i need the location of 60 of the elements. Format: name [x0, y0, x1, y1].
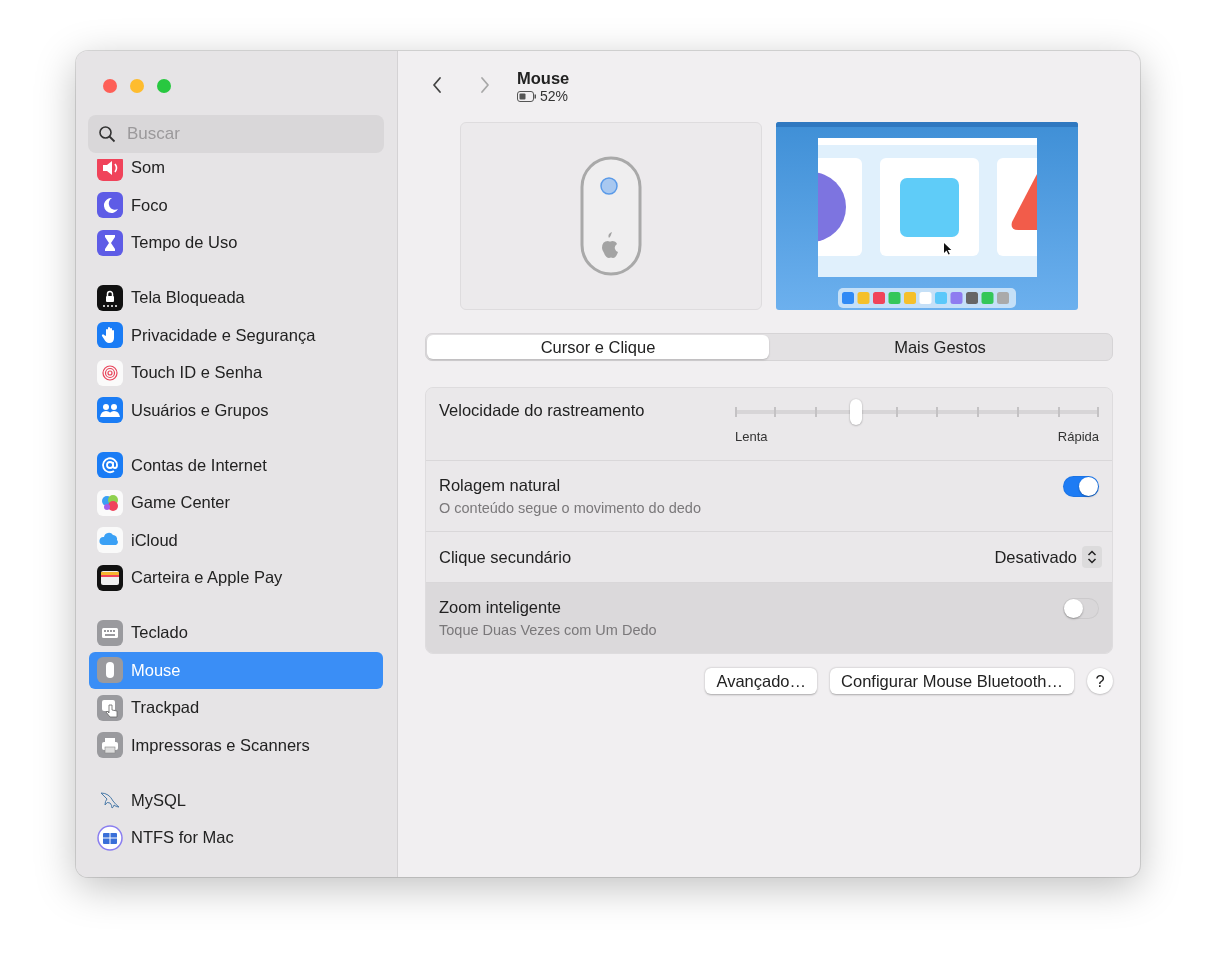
sidebar-item[interactable]: Game Center: [89, 484, 383, 522]
sidebar-item[interactable]: NTFS for Mac: [89, 819, 383, 857]
help-button[interactable]: ?: [1087, 668, 1113, 694]
sidebar-item[interactable]: Touch ID e Senha: [89, 354, 383, 392]
zoom-button[interactable]: [157, 79, 171, 93]
minimize-button[interactable]: [130, 79, 144, 93]
push-button[interactable]: Configurar Mouse Bluetooth…: [830, 668, 1074, 694]
search-icon: [98, 125, 116, 143]
sidebar-item[interactable]: Usuários e Grupos: [89, 391, 383, 429]
setting-label: Clique secundário: [439, 547, 572, 567]
stepper-icon: [1082, 546, 1102, 568]
keyboard-icon: [97, 619, 123, 646]
setting-label: Rolagem natural: [439, 476, 562, 495]
setting-label: Zoom inteligente: [439, 598, 562, 617]
people-icon: [97, 397, 123, 424]
tab[interactable]: Mais Gestos: [769, 335, 1111, 359]
wallet-icon: [97, 564, 123, 591]
slider-max-label: Rápida: [1057, 429, 1099, 444]
search-input[interactable]: Buscar: [125, 123, 374, 145]
battery-icon: [517, 90, 537, 102]
battery-level: 52%: [540, 88, 569, 104]
setting-description: O conteúdo segue o movimento do dedo: [439, 500, 701, 516]
moon-icon: [97, 192, 123, 219]
chevron-left-icon: [431, 76, 443, 94]
printer-icon: [97, 732, 123, 759]
bubbles-icon: [97, 489, 123, 516]
disk-icon: [97, 824, 123, 851]
sidebar-item[interactable]: Foco: [89, 186, 383, 224]
slider-min-label: Lenta: [735, 429, 768, 444]
sidebar-item[interactable]: Tela Bloqueada: [89, 279, 383, 317]
sidebar-item[interactable]: Trackpad: [89, 689, 383, 727]
sidebar-item[interactable]: Carteira e Apple Pay: [89, 559, 383, 597]
hourglass-icon: [97, 229, 123, 256]
setting-description: Toque Duas Vezes com Um Dedo: [439, 622, 657, 638]
speaker-icon: [97, 159, 123, 181]
sidebar-item[interactable]: Tempo de Uso: [89, 224, 383, 262]
toggle-switch[interactable]: [1063, 476, 1099, 497]
toggle-switch[interactable]: [1063, 598, 1099, 619]
setting-label: Velocidade do rastreamento: [439, 401, 645, 420]
push-button[interactable]: Avançado…: [705, 668, 818, 694]
sidebar-item[interactable]: Teclado: [89, 614, 383, 652]
close-button[interactable]: [103, 79, 117, 93]
at-sign-icon: [97, 452, 123, 479]
slider-thumb[interactable]: [850, 399, 863, 425]
lock-icon: [97, 284, 123, 311]
chevron-right-icon: [479, 76, 491, 94]
pointer-hand-icon: [97, 694, 123, 721]
sidebar-item[interactable]: Privacidade e Segurança: [89, 316, 383, 354]
sidebar-item[interactable]: iCloud: [89, 521, 383, 559]
sidebar-item[interactable]: Impressoras e Scanners: [89, 726, 383, 764]
search-field[interactable]: Buscar: [88, 115, 384, 153]
tab[interactable]: Cursor e Clique: [427, 335, 769, 359]
mouse-icon: [97, 657, 123, 684]
hand-icon: [97, 322, 123, 349]
sidebar-item[interactable]: Som: [89, 159, 383, 187]
page-title: Mouse: [517, 68, 570, 88]
sidebar-item[interactable]: MySQL: [89, 781, 383, 819]
cloud-icon: [97, 527, 123, 554]
sidebar-item[interactable]: Contas de Internet: [89, 446, 383, 484]
popup-value[interactable]: Desativado: [994, 547, 1077, 567]
